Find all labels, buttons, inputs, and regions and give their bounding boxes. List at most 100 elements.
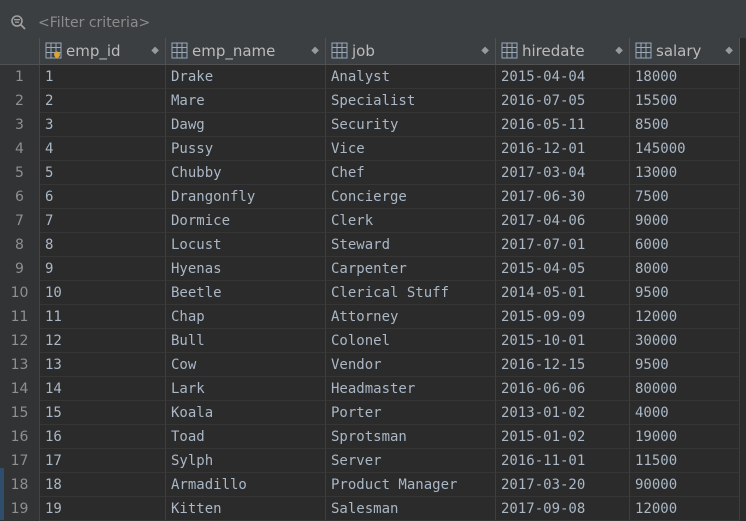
cell-job[interactable]: Concierge bbox=[326, 185, 496, 209]
cell-salary[interactable]: 19000 bbox=[630, 425, 740, 449]
cell-salary[interactable]: 6000 bbox=[630, 233, 740, 257]
cell-emp-id[interactable]: 4 bbox=[40, 137, 166, 161]
row-number[interactable]: 10 bbox=[0, 281, 40, 305]
search-filter-icon[interactable] bbox=[10, 14, 28, 32]
cell-hiredate[interactable]: 2017-06-30 bbox=[496, 185, 630, 209]
table-row[interactable]: 15 15 Koala Porter 2013-01-02 4000 bbox=[0, 401, 746, 425]
table-row[interactable]: 9 9 Hyenas Carpenter 2015-04-05 8000 bbox=[0, 257, 746, 281]
cell-emp-id[interactable]: 19 bbox=[40, 497, 166, 521]
cell-hiredate[interactable]: 2016-11-01 bbox=[496, 449, 630, 473]
cell-emp-name[interactable]: Beetle bbox=[166, 281, 326, 305]
cell-salary[interactable]: 80000 bbox=[630, 377, 740, 401]
cell-emp-name[interactable]: Dormice bbox=[166, 209, 326, 233]
cell-hiredate[interactable]: 2015-01-02 bbox=[496, 425, 630, 449]
row-number[interactable]: 17 bbox=[0, 449, 40, 473]
cell-emp-id[interactable]: 10 bbox=[40, 281, 166, 305]
cell-salary[interactable]: 9500 bbox=[630, 353, 740, 377]
cell-emp-id[interactable]: 17 bbox=[40, 449, 166, 473]
cell-salary[interactable]: 12000 bbox=[630, 305, 740, 329]
cell-hiredate[interactable]: 2015-10-01 bbox=[496, 329, 630, 353]
cell-salary[interactable]: 90000 bbox=[630, 473, 740, 497]
cell-job[interactable]: Steward bbox=[326, 233, 496, 257]
cell-job[interactable]: Product Manager bbox=[326, 473, 496, 497]
cell-job[interactable]: Carpenter bbox=[326, 257, 496, 281]
column-header-hiredate[interactable]: hiredate ◆ bbox=[496, 38, 630, 64]
row-number[interactable]: 11 bbox=[0, 305, 40, 329]
cell-job[interactable]: Attorney bbox=[326, 305, 496, 329]
cell-job[interactable]: Chef bbox=[326, 161, 496, 185]
sort-icon[interactable]: ◆ bbox=[725, 38, 733, 64]
cell-job[interactable]: Clerk bbox=[326, 209, 496, 233]
cell-job[interactable]: Vendor bbox=[326, 353, 496, 377]
row-number[interactable]: 19 bbox=[0, 497, 40, 521]
table-row[interactable]: 3 3 Dawg Security 2016-05-11 8500 bbox=[0, 113, 746, 137]
sort-icon[interactable]: ◆ bbox=[481, 38, 489, 64]
cell-hiredate[interactable]: 2015-04-04 bbox=[496, 65, 630, 89]
sort-icon[interactable]: ◆ bbox=[151, 38, 159, 64]
cell-hiredate[interactable]: 2016-06-06 bbox=[496, 377, 630, 401]
cell-salary[interactable]: 13000 bbox=[630, 161, 740, 185]
table-row[interactable]: 8 8 Locust Steward 2017-07-01 6000 bbox=[0, 233, 746, 257]
cell-salary[interactable]: 4000 bbox=[630, 401, 740, 425]
cell-hiredate[interactable]: 2016-12-01 bbox=[496, 137, 630, 161]
cell-hiredate[interactable]: 2017-09-08 bbox=[496, 497, 630, 521]
table-row[interactable]: 12 12 Bull Colonel 2015-10-01 30000 bbox=[0, 329, 746, 353]
row-number[interactable]: 18 bbox=[0, 473, 40, 497]
column-header-salary[interactable]: salary ◆ bbox=[630, 38, 740, 64]
cell-job[interactable]: Sprotsman bbox=[326, 425, 496, 449]
cell-emp-name[interactable]: Hyenas bbox=[166, 257, 326, 281]
cell-emp-name[interactable]: Armadillo bbox=[166, 473, 326, 497]
row-number[interactable]: 8 bbox=[0, 233, 40, 257]
row-number[interactable]: 15 bbox=[0, 401, 40, 425]
cell-emp-name[interactable]: Locust bbox=[166, 233, 326, 257]
cell-hiredate[interactable]: 2016-12-15 bbox=[496, 353, 630, 377]
table-row[interactable]: 14 14 Lark Headmaster 2016-06-06 80000 bbox=[0, 377, 746, 401]
cell-emp-name[interactable]: Dawg bbox=[166, 113, 326, 137]
cell-emp-name[interactable]: Drangonfly bbox=[166, 185, 326, 209]
table-row[interactable]: 10 10 Beetle Clerical Stuff 2014-05-01 9500 bbox=[0, 281, 746, 305]
cell-salary[interactable]: 9500 bbox=[630, 281, 740, 305]
cell-hiredate[interactable]: 2017-04-06 bbox=[496, 209, 630, 233]
cell-salary[interactable]: 7500 bbox=[630, 185, 740, 209]
cell-salary[interactable]: 12000 bbox=[630, 497, 740, 521]
row-number[interactable]: 6 bbox=[0, 185, 40, 209]
cell-emp-id[interactable]: 16 bbox=[40, 425, 166, 449]
table-row[interactable]: 13 13 Cow Vendor 2016-12-15 9500 bbox=[0, 353, 746, 377]
cell-job[interactable]: Analyst bbox=[326, 65, 496, 89]
cell-salary[interactable]: 30000 bbox=[630, 329, 740, 353]
cell-salary[interactable]: 145000 bbox=[630, 137, 740, 161]
row-number[interactable]: 12 bbox=[0, 329, 40, 353]
cell-emp-name[interactable]: Chap bbox=[166, 305, 326, 329]
row-number[interactable]: 3 bbox=[0, 113, 40, 137]
cell-job[interactable]: Headmaster bbox=[326, 377, 496, 401]
cell-job[interactable]: Colonel bbox=[326, 329, 496, 353]
cell-emp-name[interactable]: Cow bbox=[166, 353, 326, 377]
cell-emp-id[interactable]: 13 bbox=[40, 353, 166, 377]
cell-hiredate[interactable]: 2015-04-05 bbox=[496, 257, 630, 281]
table-row[interactable]: 7 7 Dormice Clerk 2017-04-06 9000 bbox=[0, 209, 746, 233]
cell-emp-id[interactable]: 18 bbox=[40, 473, 166, 497]
cell-emp-name[interactable]: Chubby bbox=[166, 161, 326, 185]
cell-salary[interactable]: 9000 bbox=[630, 209, 740, 233]
cell-emp-name[interactable]: Mare bbox=[166, 89, 326, 113]
sort-icon[interactable]: ◆ bbox=[615, 38, 623, 64]
table-row[interactable]: 18 18 Armadillo Product Manager 2017-03-20 90… bbox=[0, 473, 746, 497]
table-row[interactable]: 2 2 Mare Specialist 2016-07-05 15500 bbox=[0, 89, 746, 113]
table-row[interactable]: 16 16 Toad Sprotsman 2015-01-02 19000 bbox=[0, 425, 746, 449]
cell-emp-id[interactable]: 5 bbox=[40, 161, 166, 185]
cell-job[interactable]: Salesman bbox=[326, 497, 496, 521]
cell-hiredate[interactable]: 2017-03-20 bbox=[496, 473, 630, 497]
cell-salary[interactable]: 18000 bbox=[630, 65, 740, 89]
cell-hiredate[interactable]: 2017-07-01 bbox=[496, 233, 630, 257]
cell-emp-id[interactable]: 14 bbox=[40, 377, 166, 401]
cell-emp-id[interactable]: 3 bbox=[40, 113, 166, 137]
cell-emp-id[interactable]: 8 bbox=[40, 233, 166, 257]
cell-salary[interactable]: 15500 bbox=[630, 89, 740, 113]
row-number[interactable]: 13 bbox=[0, 353, 40, 377]
cell-emp-name[interactable]: Lark bbox=[166, 377, 326, 401]
table-row[interactable]: 11 11 Chap Attorney 2015-09-09 12000 bbox=[0, 305, 746, 329]
table-row[interactable]: 19 19 Kitten Salesman 2017-09-08 12000 bbox=[0, 497, 746, 521]
column-header-emp-id[interactable]: emp_id ◆ bbox=[40, 38, 166, 64]
cell-emp-name[interactable]: Drake bbox=[166, 65, 326, 89]
cell-emp-id[interactable]: 1 bbox=[40, 65, 166, 89]
